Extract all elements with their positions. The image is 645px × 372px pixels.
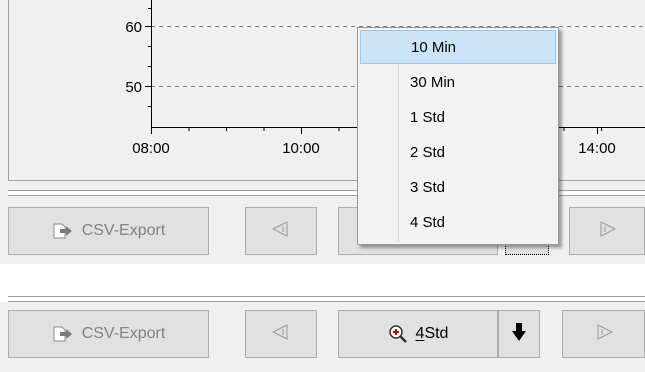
bottom-toolbar-panel: CSV-Export 4 Std <box>0 302 645 372</box>
x-tick-label: 10:00 <box>282 140 320 157</box>
menu-item-1-std[interactable]: 1 Std <box>360 100 556 134</box>
menu-item-4-std[interactable]: 4 Std <box>360 205 556 239</box>
arrow-left-icon <box>271 323 291 346</box>
csv-export-button[interactable]: CSV-Export <box>8 207 209 255</box>
csv-export-button[interactable]: CSV-Export <box>8 310 209 358</box>
arrow-right-icon <box>597 220 617 243</box>
export-icon <box>52 325 74 343</box>
triangle-down-icon <box>511 321 527 348</box>
menu-item-10-min[interactable]: 10 Min <box>360 30 556 64</box>
y-tick-label: 50 <box>125 79 142 96</box>
x-tick-label: 08:00 <box>132 140 170 157</box>
export-icon <box>52 222 74 240</box>
csv-export-label: CSV-Export <box>81 222 166 239</box>
x-tick-label: 14:00 <box>578 140 616 157</box>
csv-export-label: CSV-Export <box>81 325 166 342</box>
zoom-range-button[interactable]: 4 Std <box>338 310 498 358</box>
next-button[interactable] <box>569 207 645 255</box>
prev-button[interactable] <box>245 207 317 255</box>
menu-item-2-std[interactable]: 2 Std <box>360 135 556 169</box>
menu-item-label: 4 Std <box>410 213 446 231</box>
menu-item-label: 2 Std <box>410 143 446 161</box>
magnifier-plus-icon <box>388 324 408 344</box>
prev-button[interactable] <box>245 310 317 358</box>
range-dropdown-menu: 10 Min 30 Min 1 Std 2 Std 3 Std 4 Std <box>357 27 559 245</box>
menu-item-label: 10 Min <box>411 38 457 56</box>
arrow-right-icon <box>594 323 614 346</box>
arrow-left-icon <box>271 220 291 243</box>
menu-item-label: 1 Std <box>410 108 446 126</box>
menu-item-3-std[interactable]: 3 Std <box>360 170 556 204</box>
menu-item-label: 30 Min <box>410 73 456 91</box>
menu-item-30-min[interactable]: 30 Min <box>360 65 556 99</box>
menu-item-label: 3 Std <box>410 178 446 196</box>
dropdown-button[interactable] <box>498 310 540 358</box>
y-tick-label: 60 <box>125 19 142 36</box>
zoom-range-label: 4 <box>415 325 425 342</box>
zoom-range-label-rest: Std <box>424 325 449 342</box>
next-button[interactable] <box>562 310 645 358</box>
